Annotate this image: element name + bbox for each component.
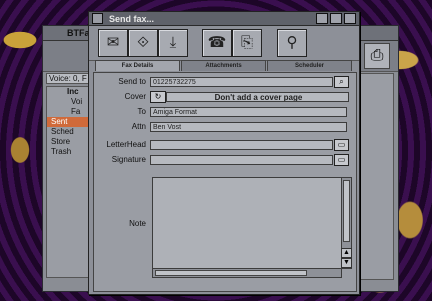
scanner-icon[interactable]: ⚲: [277, 29, 307, 57]
dialog-titlebar[interactable]: Send fax...: [89, 12, 359, 26]
send-fax-icon[interactable]: ✉: [98, 29, 128, 57]
dialog-title: Send fax...: [109, 13, 155, 24]
folder-item[interactable]: Trash: [47, 147, 93, 157]
scroll-knob[interactable]: [343, 180, 350, 242]
send-to-label: Send to: [118, 77, 146, 86]
search-icon[interactable]: ⌕: [334, 75, 349, 88]
folder-item[interactable]: Voi: [47, 97, 93, 107]
fax-details-form: Send to 01225732275 ⌕ Cover ↻ Don't add …: [93, 72, 357, 292]
close-icon[interactable]: [92, 13, 103, 24]
folder-item[interactable]: Store: [47, 137, 93, 147]
letterhead-field[interactable]: [150, 139, 333, 150]
printer-icon[interactable]: ⎙: [364, 43, 390, 69]
folder-item[interactable]: Fa: [47, 107, 93, 117]
tab-attachments[interactable]: Attachments: [181, 60, 266, 71]
note-textarea[interactable]: [152, 177, 342, 269]
file-requester-icon[interactable]: ▭: [334, 138, 349, 151]
to-label: To: [137, 107, 146, 116]
folder-item-selected[interactable]: Sent: [47, 117, 93, 127]
note-vertical-scrollbar[interactable]: ▲ ▼: [341, 177, 352, 269]
tab-bar: Fax Details Attachments Scheduler: [95, 60, 353, 71]
fax-options-icon[interactable]: ⎘: [232, 29, 262, 57]
scroll-up-icon[interactable]: ▲: [341, 248, 352, 258]
download-icon[interactable]: ⤓: [158, 29, 188, 57]
signature-label: Signature: [111, 155, 146, 164]
scroll-down-icon[interactable]: ▼: [341, 258, 352, 268]
scroll-knob[interactable]: [155, 270, 307, 276]
signature-field[interactable]: [150, 154, 333, 165]
preview-icon[interactable]: ⟐: [128, 29, 158, 57]
folder-item[interactable]: Sched: [47, 127, 93, 137]
to-field[interactable]: Amiga Format: [150, 106, 347, 117]
file-requester-icon[interactable]: ▭: [334, 153, 349, 166]
tab-fax-details[interactable]: Fax Details: [95, 60, 180, 71]
attn-label: Attn: [131, 122, 146, 131]
zoom-icon[interactable]: [330, 13, 342, 24]
cycle-icon[interactable]: ↻: [150, 90, 166, 103]
note-horizontal-scrollbar[interactable]: [152, 268, 342, 278]
cover-cycle-gadget[interactable]: Don't add a cover page: [166, 91, 349, 102]
depth-icon[interactable]: [344, 13, 356, 24]
letterhead-label: LetterHead: [106, 140, 146, 149]
send-to-field[interactable]: 01225732275: [150, 76, 333, 87]
tab-scheduler[interactable]: Scheduler: [267, 60, 352, 71]
folder-tree[interactable]: Inc Voi Fa Sent Sched Store Trash: [46, 86, 94, 278]
fax-machine-icon[interactable]: ☎: [202, 29, 232, 57]
dialog-toolbar: ✉ ⟐ ⤓ ☎ ⎘ ⚲: [89, 26, 359, 61]
voice-status: Voice: 0, F: [46, 73, 92, 84]
folder-item[interactable]: Inc: [47, 87, 93, 97]
attn-field[interactable]: Ben Vost: [150, 121, 347, 132]
send-fax-dialog[interactable]: Send fax... ✉ ⟐ ⤓ ☎ ⎘ ⚲ Fax Details Atta…: [88, 11, 360, 295]
cover-label: Cover: [124, 92, 146, 101]
iconify-icon[interactable]: [316, 13, 328, 24]
note-label: Note: [129, 219, 146, 228]
